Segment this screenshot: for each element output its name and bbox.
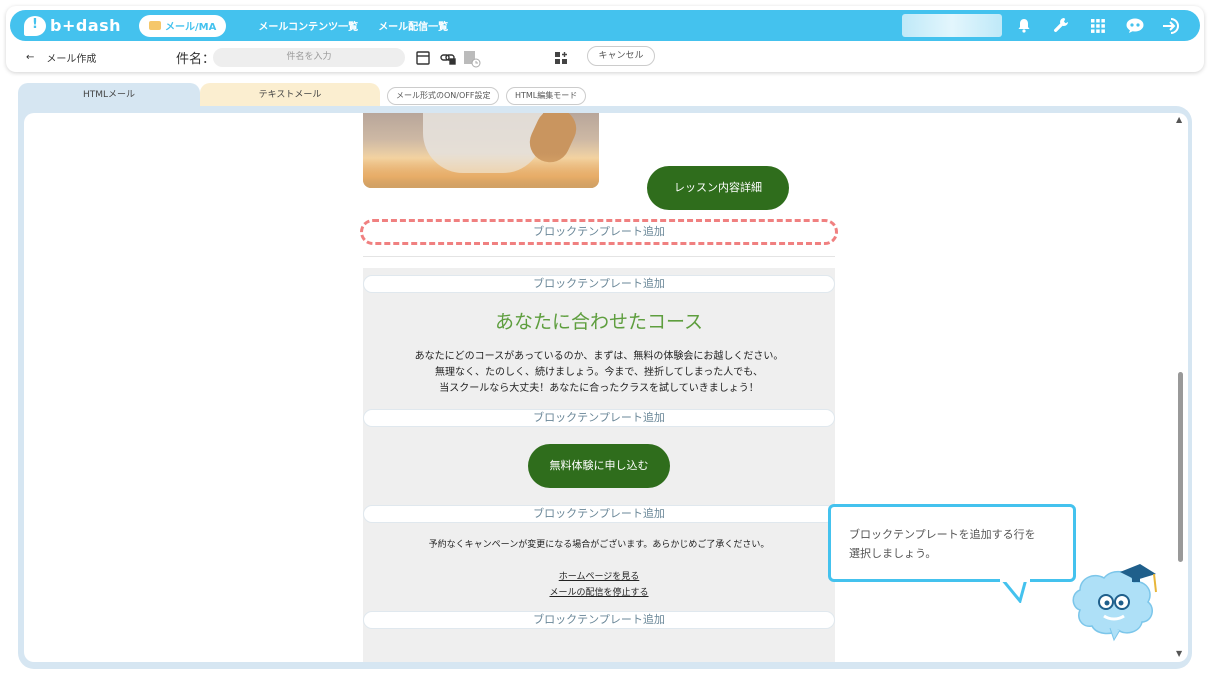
divider — [363, 256, 835, 257]
arrow-left-icon: ← — [26, 51, 35, 63]
lesson-detail-button[interactable]: レッスン内容詳細 — [647, 166, 789, 210]
block-template-add[interactable]: ブロックテンプレート追加 — [363, 409, 835, 427]
top-nav-bar: b+dash メール/MA メールコンテンツ一覧 メール配信一覧 — [10, 10, 1200, 41]
scrollbar-thumb[interactable] — [1178, 372, 1183, 562]
logo[interactable]: b+dash — [24, 15, 122, 36]
free-trial-button[interactable]: 無料体験に申し込む — [528, 444, 670, 488]
tab-html-mail[interactable]: HTMLメール — [18, 83, 200, 108]
logo-icon — [24, 15, 46, 36]
campaign-notice: 予約なくキャンペーンが変更になる場合がございます。あらかじめご了承ください。 — [428, 540, 770, 550]
envelope-icon — [149, 21, 162, 30]
course-title: あなたに合わせたコース — [494, 311, 704, 333]
chat-robot-icon[interactable] — [1125, 16, 1145, 36]
logout-icon[interactable] — [1162, 16, 1182, 36]
scroll-down-icon[interactable]: ▼ — [1176, 649, 1182, 658]
course-line: あなたにどのコースがあっているのか、まずは、無料の体験会にお越しください。 — [414, 351, 784, 362]
html-edit-mode-button[interactable]: HTML編集モード — [506, 87, 587, 105]
subject-input[interactable]: 件名を入力 — [213, 48, 405, 67]
save-icon[interactable] — [416, 50, 432, 66]
block-template-add[interactable]: ブロックテンプレート追加 — [363, 611, 835, 629]
tooltip-line: 選択しましょう。 — [849, 547, 937, 560]
format-toggle-button[interactable]: メール形式のON/OFF設定 — [387, 87, 500, 105]
top-icons — [1014, 10, 1182, 41]
block-template-add[interactable]: ブロックテンプレート追加 — [363, 505, 835, 523]
link-lock-icon[interactable] — [440, 50, 456, 66]
app: b+dash メール/MA メールコンテンツ一覧 メール配信一覧 — [0, 0, 1210, 680]
bell-icon[interactable] — [1014, 16, 1034, 36]
email-preview: レッスン内容詳細 ブロックテンプレート追加 ブロックテンプレート追加 あなたに合… — [360, 113, 838, 662]
tooltip-line: ブロックテンプレートを追加する行を — [849, 528, 1036, 541]
homepage-link[interactable]: ホームページを見る — [363, 569, 835, 582]
mail-ma-label: メール/MA — [165, 22, 217, 33]
unsubscribe-link[interactable]: メールの配信を停止する — [363, 585, 835, 598]
mail-ma-menu[interactable]: メール/MA — [139, 14, 227, 37]
wrench-icon[interactable] — [1051, 16, 1071, 36]
course-line: 無理なく、たのしく、続けましょう。今まで、挫折してしまった人でも、 — [435, 367, 763, 378]
back-button[interactable]: ← メール作成 — [26, 46, 96, 68]
nav-mail-delivery-list[interactable]: メール配信一覧 — [378, 18, 448, 33]
logo-text: b+dash — [50, 16, 122, 35]
tab-text-mail[interactable]: テキストメール — [200, 83, 380, 108]
guide-tooltip: ブロックテンプレートを追加する行を 選択しましょう。 — [828, 504, 1076, 582]
course-line: 当スクールなら大丈夫！あなたに合ったクラスを試していきましょう！ — [439, 383, 759, 394]
editor-toolbar: ← メール作成 件名： 件名を入力 キャンセル — [0, 46, 1210, 68]
course-description: あなたにどのコースがあっているのか、まずは、無料の体験会にお越しください。 無理… — [363, 349, 835, 397]
schedule-icon[interactable] — [463, 50, 481, 68]
tooltip-tail — [1000, 579, 1030, 603]
subject-label: 件名： — [176, 52, 216, 67]
nav-mail-content-list[interactable]: メールコンテンツ一覧 — [258, 18, 358, 33]
account-name-blurred — [902, 14, 1002, 37]
hero-photo — [363, 113, 599, 188]
mascot-icon — [1072, 564, 1157, 642]
grid-icon[interactable] — [1088, 16, 1108, 36]
layout-add-icon[interactable] — [555, 50, 571, 66]
page-title: メール作成 — [46, 53, 97, 65]
block-template-add-highlighted[interactable]: ブロックテンプレート追加 — [360, 219, 838, 245]
cancel-button[interactable]: キャンセル — [587, 46, 655, 66]
block-template-add[interactable]: ブロックテンプレート追加 — [363, 275, 835, 293]
scroll-up-icon[interactable]: ▲ — [1176, 115, 1182, 124]
